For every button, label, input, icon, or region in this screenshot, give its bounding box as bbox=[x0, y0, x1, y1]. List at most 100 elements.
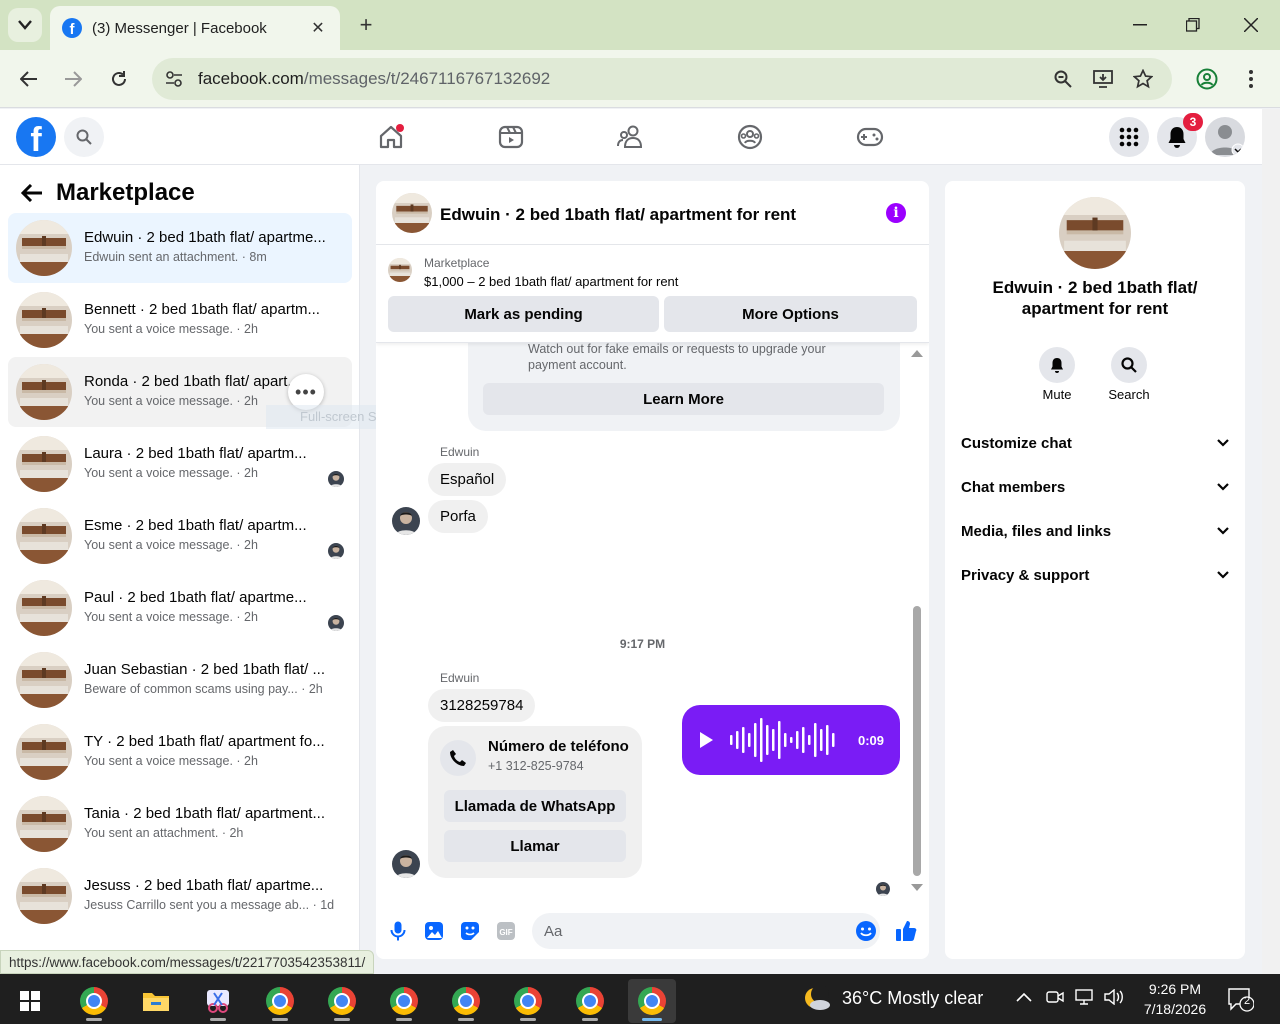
start-button[interactable] bbox=[6, 979, 54, 1023]
voice-message[interactable]: 0:09 bbox=[682, 705, 900, 775]
phone-icon bbox=[440, 740, 476, 776]
scroll-up-arrow-icon[interactable] bbox=[911, 350, 923, 357]
zoom-icon[interactable] bbox=[1052, 68, 1074, 90]
conversation-item[interactable]: Juan Sebastian · 2 bed 1bath flat/ ... Be… bbox=[8, 645, 352, 715]
conversation-item[interactable]: Bennett · 2 bed 1bath flat/ apartm... You… bbox=[8, 285, 352, 355]
conversation-item[interactable]: Esme · 2 bed 1bath flat/ apartm... You se… bbox=[8, 501, 352, 571]
weather-text[interactable]: 36°C Mostly clear bbox=[842, 988, 983, 1009]
nav-groups[interactable] bbox=[734, 121, 766, 153]
tab-close-icon[interactable]: ✕ bbox=[308, 18, 328, 38]
meet-camera-icon[interactable] bbox=[1046, 989, 1064, 1010]
taskbar-chrome-3[interactable] bbox=[318, 979, 366, 1023]
install-app-icon[interactable] bbox=[1092, 68, 1114, 90]
microphone-icon[interactable] bbox=[386, 919, 410, 943]
call-button[interactable]: Llamar bbox=[444, 830, 626, 862]
network-icon[interactable] bbox=[1074, 989, 1094, 1010]
listing-title[interactable]: $1,000 – 2 bed 1bath flat/ apartment for… bbox=[424, 274, 678, 289]
browser-tab-messenger[interactable]: f (3) Messenger | Facebook ✕ bbox=[50, 6, 340, 50]
new-tab-button[interactable]: + bbox=[352, 12, 380, 38]
bookmark-star-icon[interactable] bbox=[1132, 68, 1154, 90]
taskbar-chrome-4[interactable] bbox=[380, 979, 428, 1023]
account-avatar[interactable] bbox=[1205, 117, 1245, 157]
sender-avatar[interactable] bbox=[392, 850, 420, 878]
conversation-item[interactable]: Paul · 2 bed 1bath flat/ apartme... You s… bbox=[8, 573, 352, 643]
listing-thumbnail[interactable] bbox=[388, 258, 412, 282]
search-icon[interactable] bbox=[1111, 347, 1147, 383]
back-arrow-icon[interactable] bbox=[20, 181, 44, 205]
nav-home[interactable] bbox=[375, 121, 407, 153]
details-avatar[interactable] bbox=[1059, 197, 1131, 269]
back-button[interactable] bbox=[14, 64, 44, 94]
profile-button[interactable] bbox=[1192, 64, 1222, 94]
conversation-avatar bbox=[16, 868, 72, 924]
taskbar-chrome-7[interactable] bbox=[566, 979, 614, 1023]
conversation-item[interactable]: Jesuss · 2 bed 1bath flat/ apartme... Jes… bbox=[8, 861, 352, 931]
reload-button[interactable] bbox=[104, 64, 134, 94]
notification-center-icon[interactable]: 2 bbox=[1228, 988, 1255, 1012]
restore-button[interactable] bbox=[1173, 10, 1213, 40]
conversation-item[interactable]: Laura · 2 bed 1bath flat/ apartm... You s… bbox=[8, 429, 352, 499]
nav-video[interactable] bbox=[495, 121, 527, 153]
mute-action[interactable]: Mute bbox=[1025, 347, 1089, 402]
taskbar-chrome-1[interactable] bbox=[70, 979, 118, 1023]
taskbar-chrome-6[interactable] bbox=[504, 979, 552, 1023]
phone-card-number: +1 312-825-9784 bbox=[488, 759, 584, 773]
conversation-item[interactable]: TY · 2 bed 1bath flat/ apartment fo... Yo… bbox=[8, 717, 352, 787]
address-bar[interactable]: facebook.com/messages/t/2467116767132692 bbox=[152, 58, 1172, 100]
details-section-row[interactable]: Privacy & support bbox=[953, 553, 1237, 597]
chat-avatar[interactable] bbox=[392, 193, 432, 233]
read-receipt-avatar bbox=[328, 615, 344, 631]
taskbar-snipping-tool[interactable] bbox=[194, 979, 242, 1023]
conversation-name: Bennett · 2 bed 1bath flat/ apartm... bbox=[84, 301, 320, 318]
message-bubble[interactable]: Español bbox=[428, 463, 507, 496]
taskbar-file-explorer[interactable] bbox=[132, 979, 180, 1023]
learn-more-button[interactable]: Learn More bbox=[483, 383, 884, 415]
message-bubble[interactable]: 3128259784 bbox=[428, 689, 536, 722]
details-section-row[interactable]: Media, files and links bbox=[953, 509, 1237, 553]
taskbar-chrome-8-active[interactable] bbox=[628, 979, 676, 1023]
chat-title[interactable]: Edwuin · 2 bed 1bath flat/ apartment for… bbox=[440, 205, 796, 225]
tab-search-button[interactable] bbox=[8, 8, 42, 42]
site-info-icon[interactable] bbox=[154, 59, 194, 99]
info-icon[interactable]: i bbox=[886, 203, 906, 223]
message-bubble[interactable]: Porfa bbox=[428, 500, 488, 533]
whatsapp-call-button[interactable]: Llamada de WhatsApp bbox=[444, 790, 626, 822]
photo-icon[interactable] bbox=[422, 919, 446, 943]
nav-friends[interactable] bbox=[615, 121, 647, 153]
nav-gaming[interactable] bbox=[854, 121, 886, 153]
facebook-search-button[interactable] bbox=[64, 117, 104, 157]
sticker-icon[interactable] bbox=[458, 919, 482, 943]
conversation-item[interactable]: Edwuin · 2 bed 1bath flat/ apartme... Edw… bbox=[8, 213, 352, 283]
menu-grid-button[interactable] bbox=[1109, 117, 1149, 157]
gif-icon[interactable]: GIF bbox=[494, 919, 518, 943]
tray-overflow-chevron-icon[interactable] bbox=[1016, 989, 1032, 1007]
weather-moon-icon[interactable] bbox=[802, 985, 832, 1017]
message-input[interactable] bbox=[532, 913, 880, 949]
play-icon[interactable] bbox=[700, 732, 713, 748]
taskbar-chrome-5[interactable] bbox=[442, 979, 490, 1023]
emoji-icon[interactable] bbox=[854, 919, 878, 943]
taskbar-chrome-2[interactable] bbox=[256, 979, 304, 1023]
forward-button[interactable] bbox=[58, 64, 88, 94]
clock[interactable]: 9:26 PM 7/18/2026 bbox=[1140, 979, 1210, 1019]
facebook-logo-icon[interactable]: f bbox=[16, 117, 56, 157]
browser-menu-button[interactable] bbox=[1236, 64, 1266, 94]
conversation-preview: Jesuss Carrillo sent you a message ab...… bbox=[84, 898, 334, 912]
chat-scroll-thumb[interactable] bbox=[913, 606, 921, 876]
volume-icon[interactable] bbox=[1104, 988, 1124, 1010]
bell-icon[interactable] bbox=[1039, 347, 1075, 383]
details-section-row[interactable]: Customize chat bbox=[953, 421, 1237, 465]
sender-avatar[interactable] bbox=[392, 507, 420, 535]
more-options-button[interactable]: More Options bbox=[664, 296, 917, 332]
conversation-item[interactable]: Tania · 2 bed 1bath flat/ apartment... Yo… bbox=[8, 789, 352, 859]
message-sender: Edwuin bbox=[440, 445, 480, 459]
mark-as-pending-button[interactable]: Mark as pending bbox=[388, 296, 659, 332]
page-scrollbar[interactable] bbox=[1262, 109, 1280, 974]
chrome-icon bbox=[576, 987, 604, 1015]
minimize-button[interactable] bbox=[1120, 10, 1160, 40]
scroll-down-arrow-icon[interactable] bbox=[911, 884, 923, 891]
close-window-button[interactable] bbox=[1231, 10, 1271, 40]
details-section-row[interactable]: Chat members bbox=[953, 465, 1237, 509]
thumbs-up-icon[interactable] bbox=[894, 919, 918, 943]
search-action[interactable]: Search bbox=[1097, 347, 1161, 402]
